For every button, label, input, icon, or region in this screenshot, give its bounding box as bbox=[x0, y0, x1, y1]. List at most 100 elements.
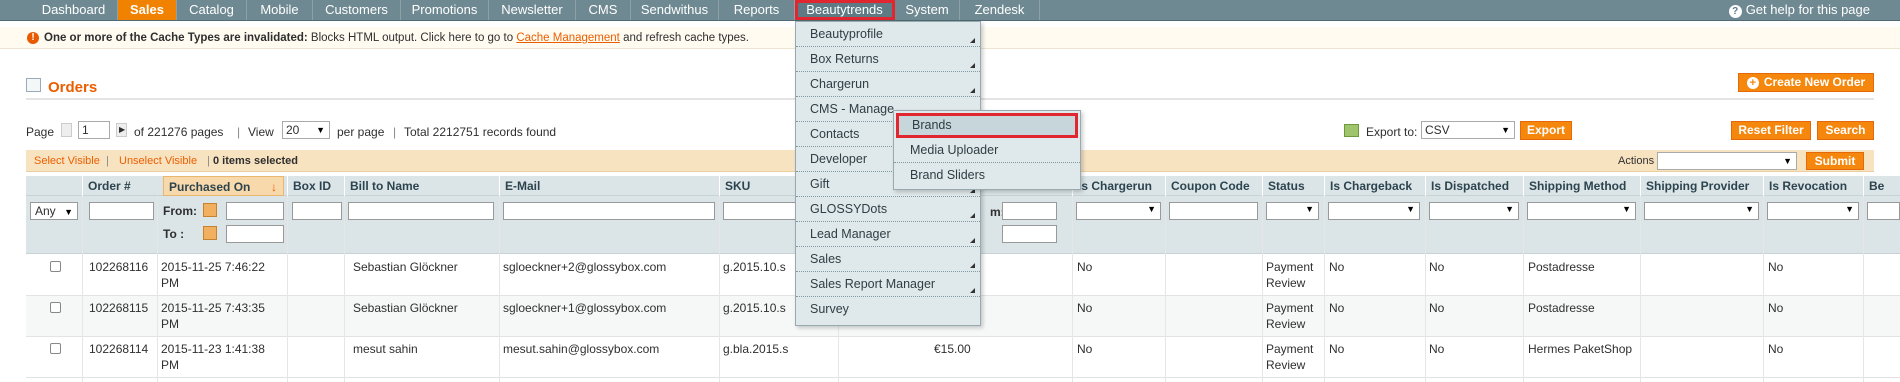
submenu-item-media-uploader[interactable]: Media Uploader bbox=[894, 138, 1080, 163]
column-divider bbox=[1640, 196, 1641, 382]
col-is-dispatched[interactable]: Is Dispatched bbox=[1425, 176, 1523, 196]
filter-coupon-code-input[interactable] bbox=[1169, 202, 1258, 220]
col-be[interactable]: Be bbox=[1863, 176, 1900, 196]
column-divider bbox=[344, 196, 345, 382]
cell-is-revocation: No bbox=[1768, 260, 1784, 274]
menu-item-beautyprofile[interactable]: Beautyprofile bbox=[796, 22, 980, 47]
col-status[interactable]: Status bbox=[1262, 176, 1324, 196]
nav-system[interactable]: System bbox=[895, 0, 960, 20]
filter-to-input[interactable] bbox=[226, 225, 284, 243]
massaction-separator: | bbox=[106, 155, 109, 167]
column-divider bbox=[1165, 196, 1166, 382]
filter-from-input[interactable] bbox=[226, 202, 284, 220]
nav-cms[interactable]: CMS bbox=[576, 0, 631, 20]
table-row[interactable]: 102268114 2015-11-23 1:41:38 PM mesut sah… bbox=[26, 337, 1900, 378]
menu-item-sales[interactable]: Sales bbox=[796, 247, 980, 272]
export-format-select[interactable]: CSV bbox=[1421, 121, 1515, 139]
filter-box-id-input[interactable] bbox=[292, 202, 342, 220]
nav-beautytrends[interactable]: Beautytrends bbox=[795, 0, 895, 20]
filter-is-chargerun-select[interactable] bbox=[1076, 202, 1161, 220]
filter-is-chargeback-select[interactable] bbox=[1328, 202, 1420, 220]
actions-select[interactable] bbox=[1657, 152, 1797, 170]
col-is-chargeback[interactable]: Is Chargeback bbox=[1324, 176, 1425, 196]
cell-is-revocation: No bbox=[1768, 301, 1784, 315]
filter-price-to-input[interactable] bbox=[1002, 225, 1057, 243]
col-is-chargerun[interactable]: Is Chargerun bbox=[1072, 176, 1165, 196]
col-bill-to-name[interactable]: Bill to Name bbox=[344, 176, 499, 196]
submenu-item-brands[interactable]: Brands bbox=[896, 113, 1078, 138]
main-navigation: Dashboard Sales Catalog Mobile Customers… bbox=[0, 0, 1900, 21]
help-link[interactable]: ? Get help for this page bbox=[1728, 2, 1870, 18]
filter-price-from-input[interactable] bbox=[1002, 202, 1057, 220]
nav-newsletter[interactable]: Newsletter bbox=[489, 0, 576, 20]
cell-order: 102268115 bbox=[89, 301, 149, 315]
column-divider bbox=[1523, 196, 1524, 382]
calendar-to-icon[interactable] bbox=[203, 226, 217, 240]
col-shipping-method[interactable]: Shipping Method bbox=[1523, 176, 1640, 196]
notice-text-2: and refresh cache types. bbox=[619, 32, 750, 44]
cell-order: 102268116 bbox=[89, 260, 149, 274]
filter-is-revocation-select[interactable] bbox=[1767, 202, 1859, 220]
submenu-item-brand-sliders[interactable]: Brand Sliders bbox=[894, 163, 1080, 188]
nav-dashboard[interactable]: Dashboard bbox=[30, 0, 118, 20]
export-label: Export to: bbox=[1366, 125, 1418, 139]
cell-status: Payment Review bbox=[1266, 259, 1313, 291]
menu-item-label: Box Returns bbox=[810, 52, 879, 66]
menu-item-lead-manager[interactable]: Lead Manager bbox=[796, 222, 980, 247]
export-button[interactable]: Export bbox=[1520, 121, 1572, 140]
submit-button[interactable]: Submit bbox=[1806, 152, 1864, 170]
col-order[interactable]: Order # bbox=[82, 176, 154, 196]
filter-status-select[interactable] bbox=[1266, 202, 1319, 220]
search-button[interactable]: Search bbox=[1817, 121, 1874, 140]
filter-be-input[interactable] bbox=[1867, 202, 1900, 220]
select-visible-link[interactable]: Select Visible bbox=[34, 150, 100, 172]
nav-customers[interactable]: Customers bbox=[313, 0, 401, 20]
actions-label: Actions bbox=[1618, 155, 1655, 167]
cell-date-line1: 2015-11-25 7:43:35 bbox=[161, 301, 265, 315]
filter-to-label: To : bbox=[163, 227, 185, 241]
per-page-select[interactable]: 20 bbox=[282, 121, 330, 139]
menu-item-label: Gift bbox=[810, 177, 830, 191]
row-checkbox[interactable] bbox=[50, 302, 61, 313]
row-checkbox[interactable] bbox=[50, 261, 61, 272]
filter-is-dispatched-select[interactable] bbox=[1429, 202, 1519, 220]
col-shipping-provider[interactable]: Shipping Provider bbox=[1640, 176, 1763, 196]
page-input[interactable]: 1 bbox=[78, 121, 110, 139]
menu-item-box-returns[interactable]: Box Returns bbox=[796, 47, 980, 72]
cache-management-link[interactable]: Cache Management bbox=[516, 32, 620, 44]
filter-order-input[interactable] bbox=[89, 202, 154, 220]
filter-shipping-provider-select[interactable] bbox=[1644, 202, 1759, 220]
cell-purchased-on: 2015-11-25 7:43:35 PM bbox=[161, 300, 265, 332]
filter-bill-to-name-input[interactable] bbox=[348, 202, 494, 220]
col-purchased-on[interactable]: Purchased On ↓ bbox=[163, 176, 284, 196]
filter-massaction-select[interactable]: Any bbox=[30, 202, 78, 220]
filter-email-input[interactable] bbox=[503, 202, 715, 220]
calendar-from-icon[interactable] bbox=[203, 203, 217, 217]
menu-item-sales-report-manager[interactable]: Sales Report Manager bbox=[796, 272, 980, 297]
column-divider bbox=[1324, 196, 1325, 382]
menu-item-glossydots[interactable]: GLOSSYDots bbox=[796, 197, 980, 222]
filter-shipping-method-select[interactable] bbox=[1527, 202, 1636, 220]
nav-mobile[interactable]: Mobile bbox=[247, 0, 313, 20]
nav-catalog[interactable]: Catalog bbox=[177, 0, 247, 20]
nav-reports[interactable]: Reports bbox=[719, 0, 795, 20]
col-coupon-code[interactable]: Coupon Code bbox=[1165, 176, 1262, 196]
row-checkbox[interactable] bbox=[50, 343, 61, 354]
menu-item-survey[interactable]: Survey bbox=[796, 297, 980, 322]
prev-page-button[interactable] bbox=[61, 123, 72, 137]
nav-zendesk[interactable]: Zendesk bbox=[960, 0, 1040, 20]
nav-sendwithus[interactable]: Sendwithus bbox=[631, 0, 719, 20]
cell-bill-to-name: Sebastian Glöckner bbox=[353, 301, 458, 315]
create-new-order-button[interactable]: + Create New Order bbox=[1738, 73, 1874, 92]
nav-sales[interactable]: Sales bbox=[118, 0, 177, 20]
menu-item-chargerun[interactable]: Chargerun bbox=[796, 72, 980, 97]
cell-sku: g.bla.2015.s bbox=[723, 342, 789, 356]
nav-promotions[interactable]: Promotions bbox=[401, 0, 489, 20]
col-is-revocation[interactable]: Is Revocation bbox=[1763, 176, 1863, 196]
col-email[interactable]: E-Mail bbox=[499, 176, 719, 196]
col-box-id[interactable]: Box ID bbox=[287, 176, 344, 196]
next-page-button[interactable]: ▶ bbox=[116, 123, 127, 137]
reset-filter-button[interactable]: Reset Filter bbox=[1731, 121, 1811, 140]
unselect-visible-link[interactable]: Unselect Visible bbox=[119, 150, 197, 172]
cell-date-line1: 2015-11-25 7:46:22 bbox=[161, 260, 265, 274]
